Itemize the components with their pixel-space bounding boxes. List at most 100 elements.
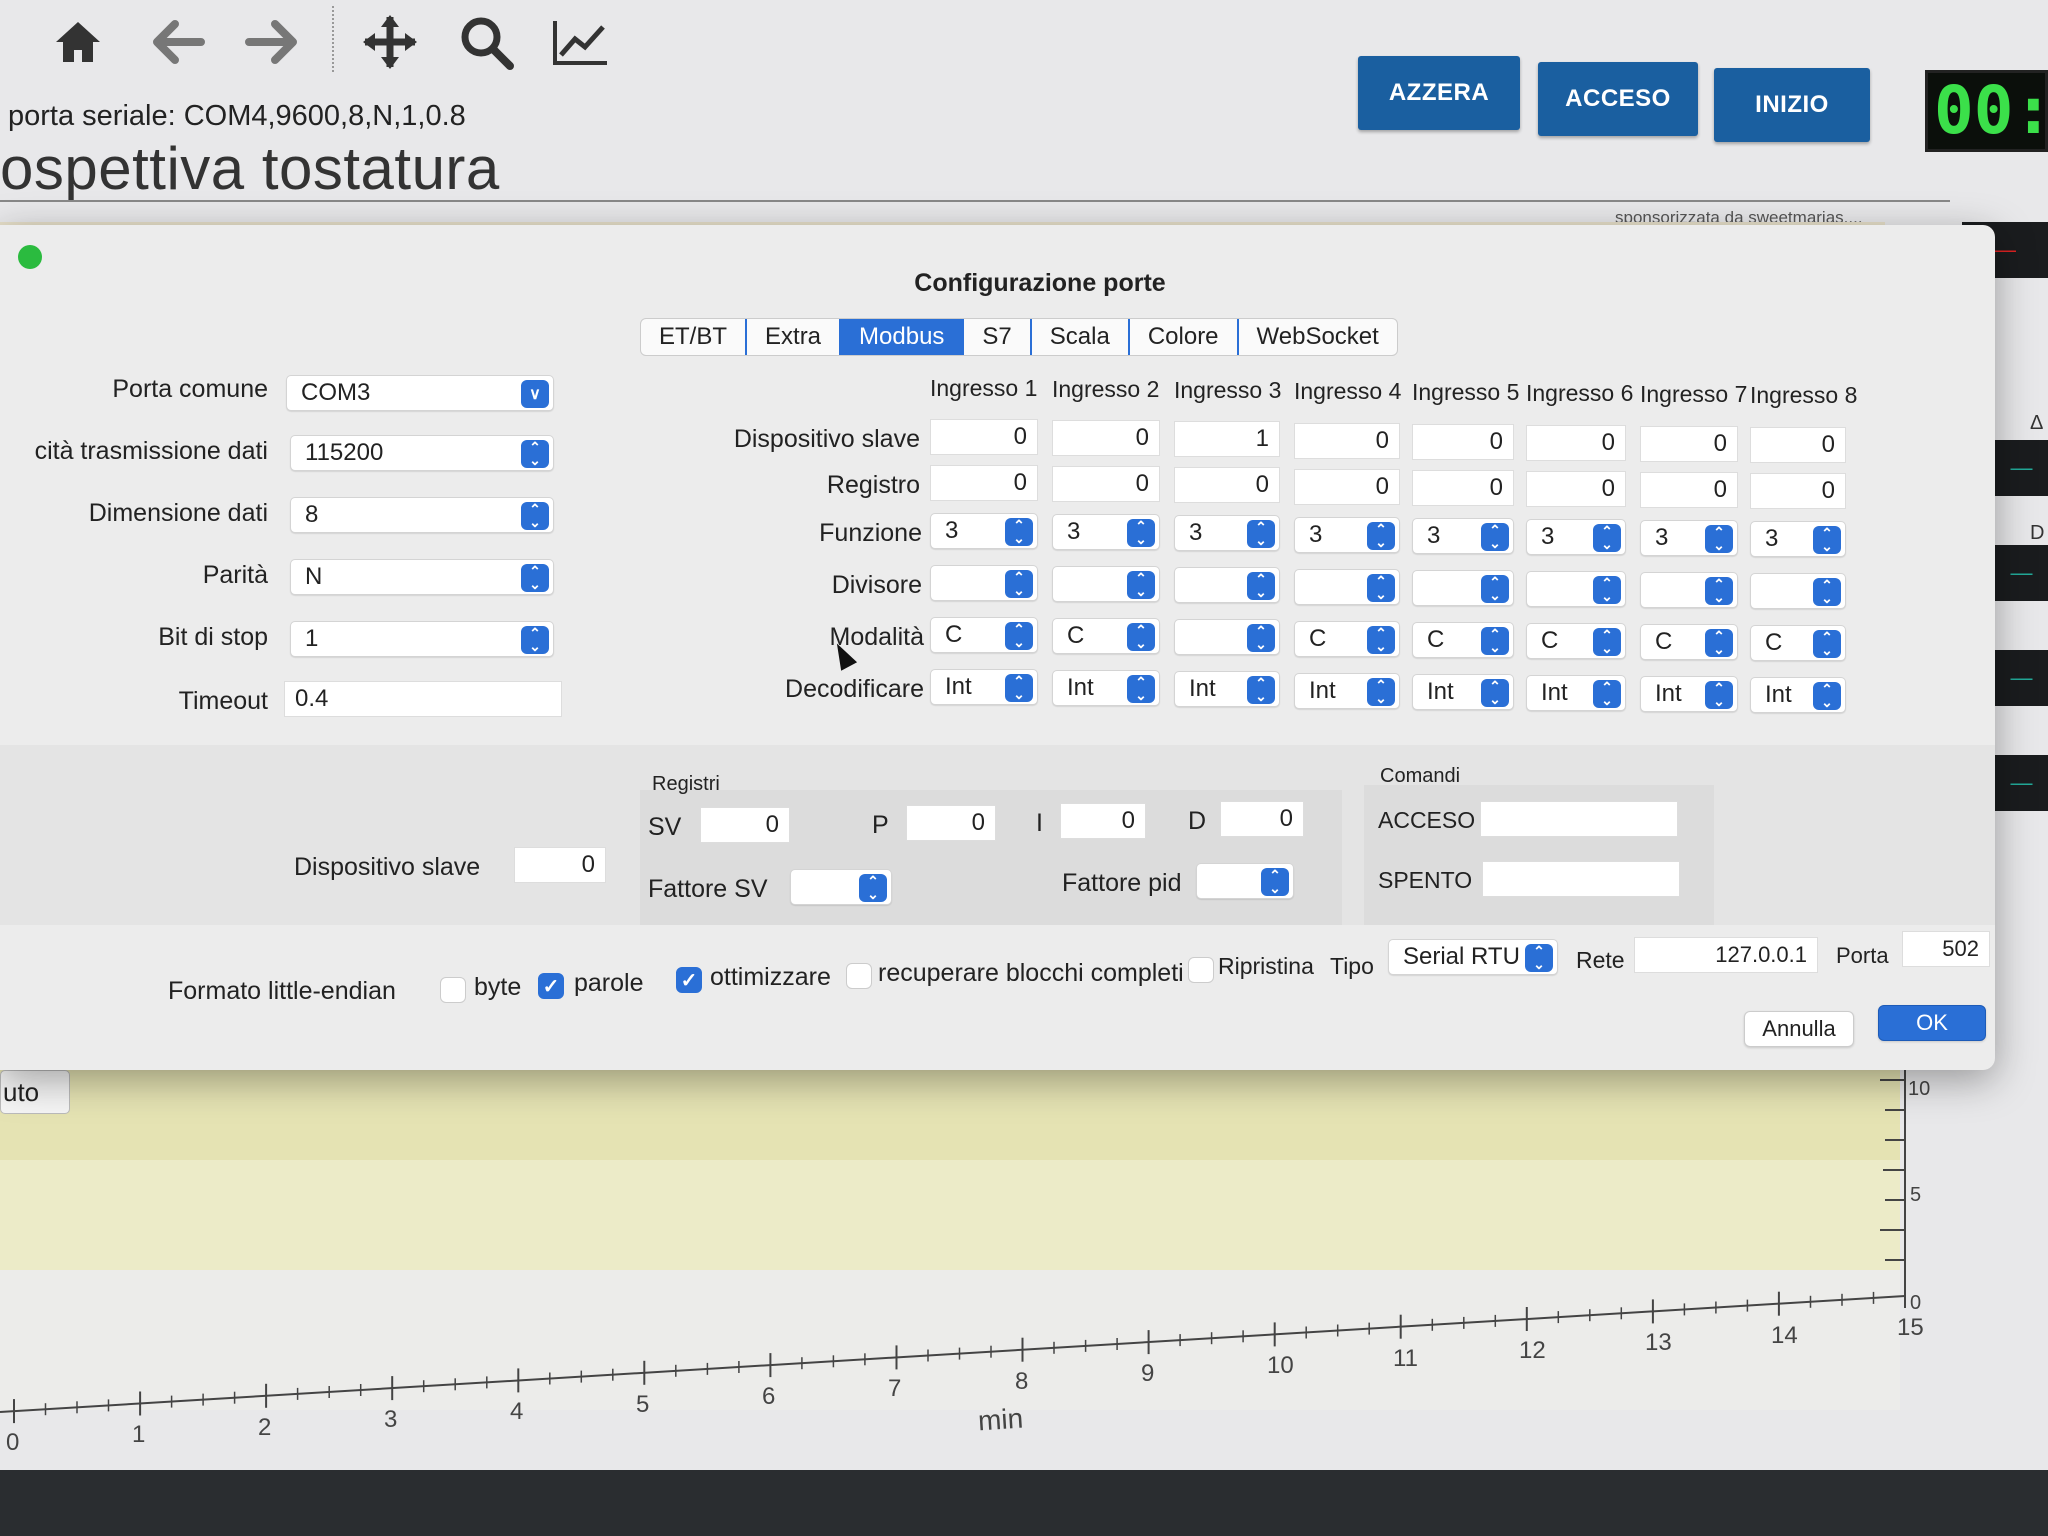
ok-button[interactable]: OK (1878, 1005, 1986, 1041)
dispositivo-input-7[interactable]: 0 (1640, 426, 1738, 462)
input-column-header: Ingresso 5 (1412, 379, 1520, 405)
funzione-select-2[interactable]: 3 ⌃ ⌄ (1052, 514, 1160, 550)
up-down-chevron-icon: ⌃ ⌄ (1247, 520, 1275, 548)
divisore-select-5[interactable]: ⌃ ⌄ (1412, 570, 1514, 606)
funzione-select-7[interactable]: 3 ⌃ ⌄ (1640, 520, 1738, 556)
decodificare-select-7[interactable]: Int ⌃ ⌄ (1640, 676, 1738, 712)
tab-modbus[interactable]: Modbus (841, 319, 965, 355)
dispositivo-input-3[interactable]: 1 (1174, 421, 1280, 457)
decodificare-select-8[interactable]: Int ⌃ ⌄ (1750, 677, 1846, 713)
left-button-uto[interactable]: uto (0, 1070, 70, 1114)
funzione-select-1[interactable]: 3 ⌃ ⌄ (930, 513, 1038, 549)
decodificare-select-3[interactable]: Int ⌃ ⌄ (1174, 671, 1280, 707)
azzera-button[interactable]: AZZERA (1358, 56, 1520, 130)
modalita-select-3[interactable]: ⌃ ⌄ (1174, 619, 1280, 655)
timeout-input[interactable]: 0.4 (284, 681, 562, 717)
side-tab[interactable]: — (1995, 650, 2048, 706)
chart-line-icon[interactable] (548, 10, 612, 74)
velocita-select[interactable]: 115200 ⌃ ⌄ (290, 435, 554, 471)
move-icon[interactable] (358, 10, 422, 74)
divisore-select-8[interactable]: ⌃ ⌄ (1750, 573, 1846, 609)
modalita-select-2[interactable]: C ⌃ ⌄ (1052, 618, 1160, 654)
tab-s7[interactable]: S7 (964, 319, 1032, 355)
registro-input-6[interactable]: 0 (1526, 471, 1626, 507)
home-icon[interactable] (46, 10, 110, 74)
d-input[interactable]: 0 (1220, 801, 1304, 837)
sv-input[interactable]: 0 (700, 807, 790, 843)
parita-select[interactable]: N ⌃ ⌄ (290, 559, 554, 595)
input-column-header: Ingresso 6 (1526, 380, 1634, 406)
ripristina-checkbox[interactable] (1188, 957, 1214, 983)
up-down-chevron-icon: ⌃ ⌄ (1247, 572, 1275, 600)
side-tab[interactable]: — (1995, 755, 2048, 811)
tab-colore[interactable]: Colore (1130, 319, 1239, 355)
dispositivo-input-4[interactable]: 0 (1294, 423, 1400, 459)
inizio-button[interactable]: INIZIO (1714, 68, 1870, 142)
i-input[interactable]: 0 (1060, 803, 1146, 839)
side-tab[interactable]: — (1995, 545, 2048, 601)
registro-input-4[interactable]: 0 (1294, 469, 1400, 505)
registro-input-3[interactable]: 0 (1174, 467, 1280, 503)
decodificare-select-6[interactable]: Int ⌃ ⌄ (1526, 675, 1626, 711)
tab-websocket[interactable]: WebSocket (1239, 319, 1397, 355)
fattore-sv-select[interactable]: ⌃ ⌄ (790, 869, 892, 905)
registro-input-8[interactable]: 0 (1750, 473, 1846, 509)
modalita-select-5[interactable]: C ⌃ ⌄ (1412, 622, 1514, 658)
porta-comune-select[interactable]: COM3 ∨ (286, 375, 554, 411)
divisore-select-1[interactable]: ⌃ ⌄ (930, 565, 1038, 601)
tipo-select[interactable]: Serial RTU ⌃ ⌄ (1388, 939, 1558, 975)
bit-stop-select[interactable]: 1 ⌃ ⌄ (290, 621, 554, 657)
funzione-select-4[interactable]: 3 ⌃ ⌄ (1294, 517, 1400, 553)
fattore-pid-select[interactable]: ⌃ ⌄ (1196, 863, 1294, 899)
dispositivo-input-1[interactable]: 0 (930, 419, 1038, 455)
decodificare-select-4[interactable]: Int ⌃ ⌄ (1294, 673, 1400, 709)
side-tab[interactable]: — (1995, 440, 2048, 496)
ottimizzare-checkbox[interactable]: ✓ (676, 967, 702, 993)
porta-input[interactable]: 502 (1902, 931, 1990, 967)
tab-scala[interactable]: Scala (1032, 319, 1130, 355)
divisore-select-4[interactable]: ⌃ ⌄ (1294, 569, 1400, 605)
modalita-select-7[interactable]: C ⌃ ⌄ (1640, 624, 1738, 660)
funzione-select-5[interactable]: 3 ⌃ ⌄ (1412, 518, 1514, 554)
modalita-select-1[interactable]: C ⌃ ⌄ (930, 617, 1038, 653)
divisore-select-2[interactable]: ⌃ ⌄ (1052, 566, 1160, 602)
arrow-left-icon[interactable] (146, 10, 210, 74)
recuperare-checkbox[interactable] (846, 963, 872, 989)
dispositivo-input-6[interactable]: 0 (1526, 425, 1626, 461)
rete-input[interactable]: 127.0.0.1 (1634, 937, 1818, 973)
registro-input-1[interactable]: 0 (930, 465, 1038, 501)
dispositivo-input-5[interactable]: 0 (1412, 424, 1514, 460)
divisore-select-7[interactable]: ⌃ ⌄ (1640, 572, 1738, 608)
pid-slave-input[interactable]: 0 (514, 847, 606, 883)
arrow-right-icon[interactable] (240, 10, 304, 74)
divisore-select-3[interactable]: ⌃ ⌄ (1174, 567, 1280, 603)
registro-input-7[interactable]: 0 (1640, 472, 1738, 508)
byte-checkbox[interactable] (440, 977, 466, 1003)
dispositivo-input-8[interactable]: 0 (1750, 427, 1846, 463)
acceso-command-input[interactable] (1480, 801, 1678, 837)
modalita-select-4[interactable]: C ⌃ ⌄ (1294, 621, 1400, 657)
tab-etbt[interactable]: ET/BT (641, 319, 748, 355)
dispositivo-input-2[interactable]: 0 (1052, 420, 1160, 456)
tab-extra[interactable]: Extra (747, 319, 842, 355)
divisore-select-6[interactable]: ⌃ ⌄ (1526, 571, 1626, 607)
decodificare-select-2[interactable]: Int ⌃ ⌄ (1052, 670, 1160, 706)
up-down-chevron-icon: ⌃ ⌄ (1481, 575, 1509, 603)
funzione-select-3[interactable]: 3 ⌃ ⌄ (1174, 515, 1280, 551)
funzione-select-6[interactable]: 3 ⌃ ⌄ (1526, 519, 1626, 555)
acceso-button[interactable]: ACCESO (1538, 62, 1698, 136)
decodificare-select-5[interactable]: Int ⌃ ⌄ (1412, 674, 1514, 710)
spento-command-input[interactable] (1482, 861, 1680, 897)
decodificare-select-1[interactable]: Int ⌃ ⌄ (930, 669, 1038, 705)
registro-input-2[interactable]: 0 (1052, 466, 1160, 502)
cancel-button[interactable]: Annulla (1744, 1011, 1854, 1047)
modalita-select-8[interactable]: C ⌃ ⌄ (1750, 625, 1846, 661)
window-zoom-button[interactable] (18, 245, 42, 269)
p-input[interactable]: 0 (906, 805, 996, 841)
funzione-select-8[interactable]: 3 ⌃ ⌄ (1750, 521, 1846, 557)
modalita-select-6[interactable]: C ⌃ ⌄ (1526, 623, 1626, 659)
registro-input-5[interactable]: 0 (1412, 470, 1514, 506)
dimensione-select[interactable]: 8 ⌃ ⌄ (290, 497, 554, 533)
search-icon[interactable] (454, 10, 518, 74)
parole-checkbox[interactable]: ✓ (538, 973, 564, 999)
